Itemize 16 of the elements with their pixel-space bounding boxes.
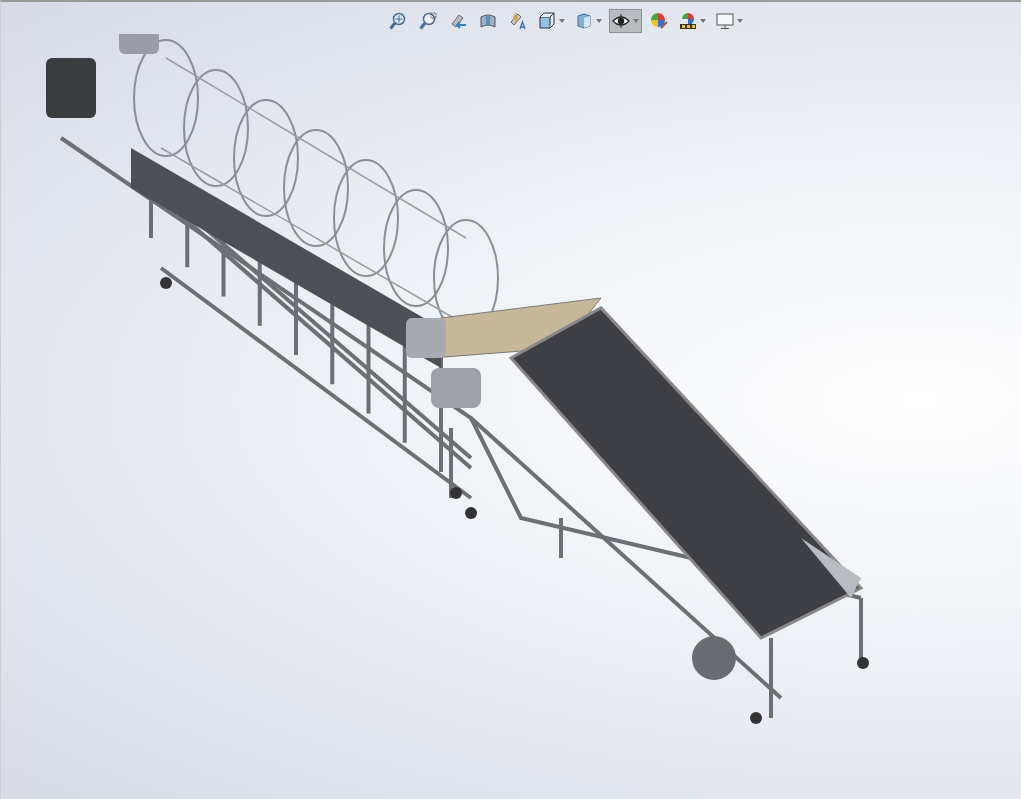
- caret-icon: [559, 19, 565, 23]
- caret-icon: [700, 19, 706, 23]
- caret-icon: [633, 19, 639, 23]
- monitor-icon: [716, 12, 734, 30]
- caret-icon: [596, 19, 602, 23]
- zoom-fit-icon: [389, 12, 407, 30]
- eye-button[interactable]: [609, 9, 642, 33]
- cube-icon: [538, 12, 556, 30]
- section-view-icon: [479, 12, 497, 30]
- color-ball-icon: [650, 12, 668, 30]
- zoom-area-icon: [419, 12, 437, 30]
- eye-icon: [612, 12, 630, 30]
- annotation-icon: [509, 12, 527, 30]
- scene-icon: [679, 12, 697, 30]
- caret-icon: [737, 19, 743, 23]
- shaded-cube-icon: [575, 12, 593, 30]
